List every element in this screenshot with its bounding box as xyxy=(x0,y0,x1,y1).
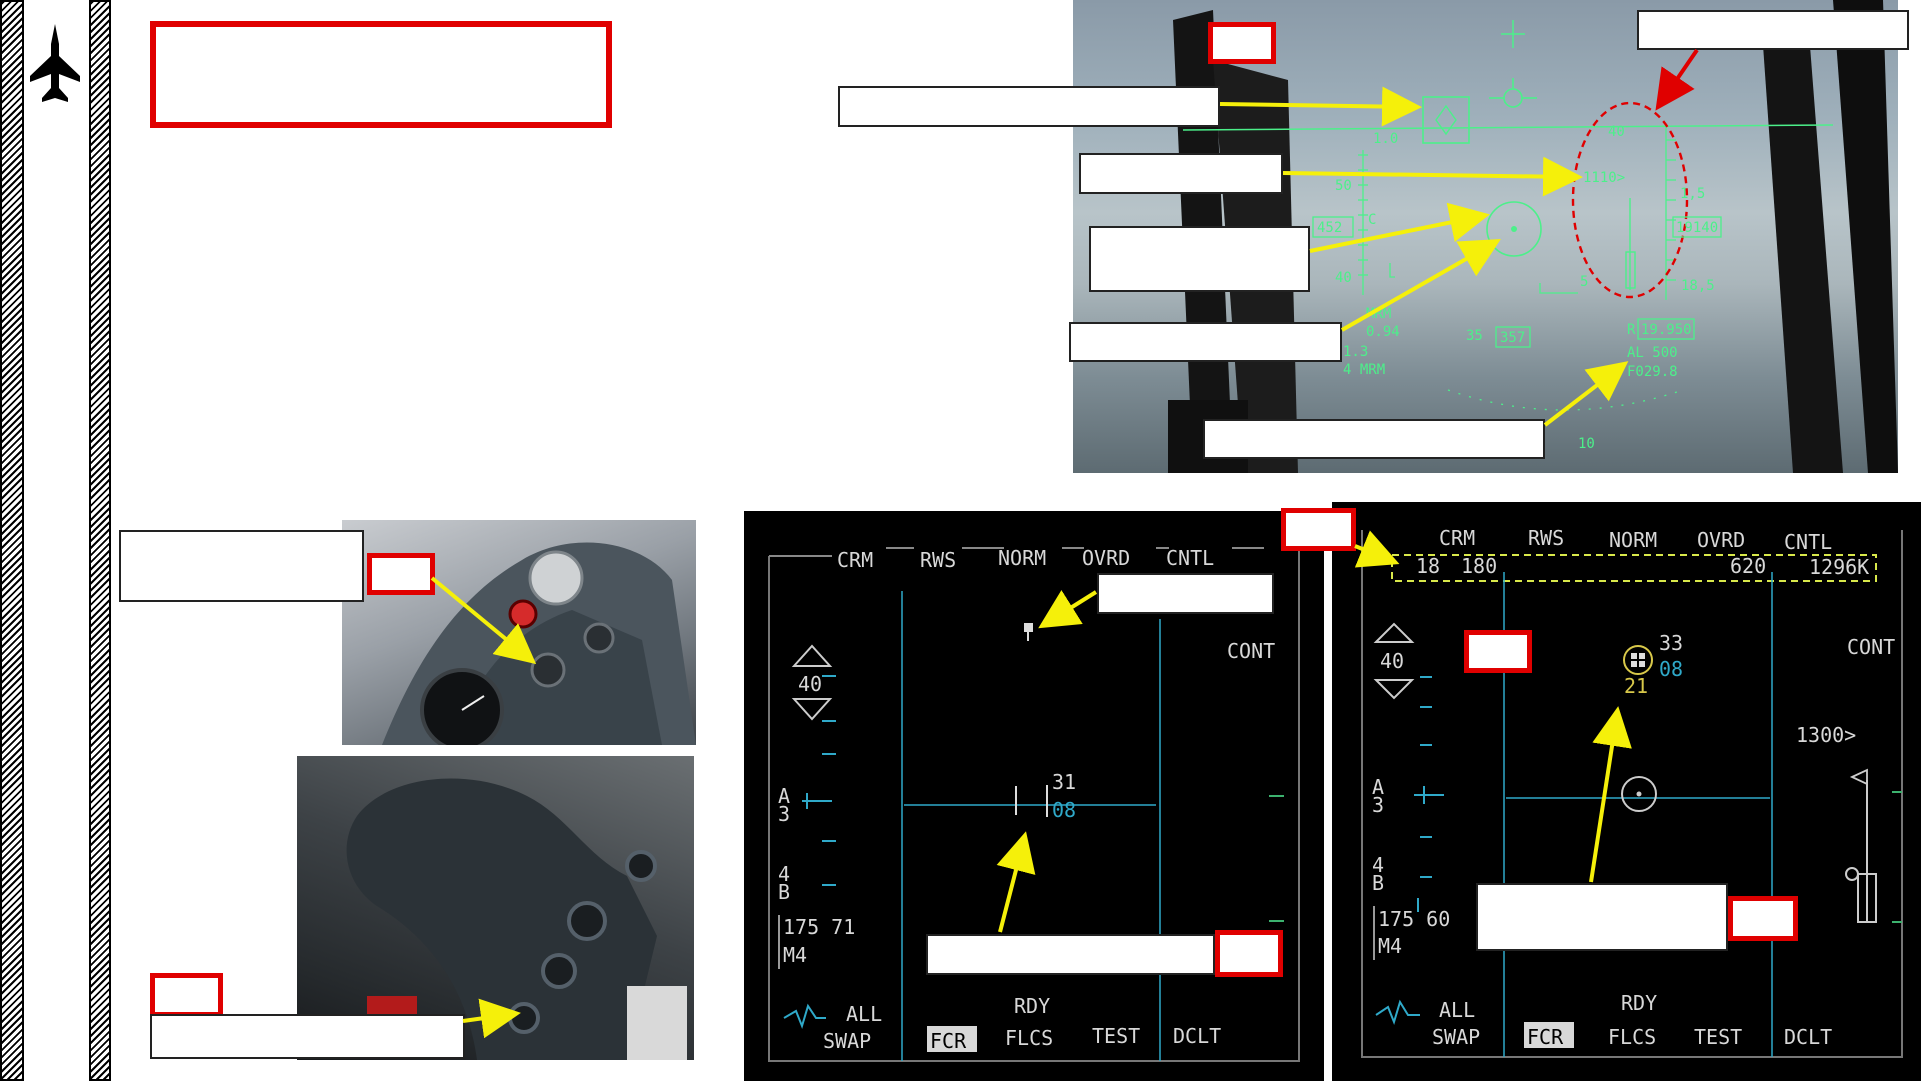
callout-arrows xyxy=(430,48,1699,1039)
